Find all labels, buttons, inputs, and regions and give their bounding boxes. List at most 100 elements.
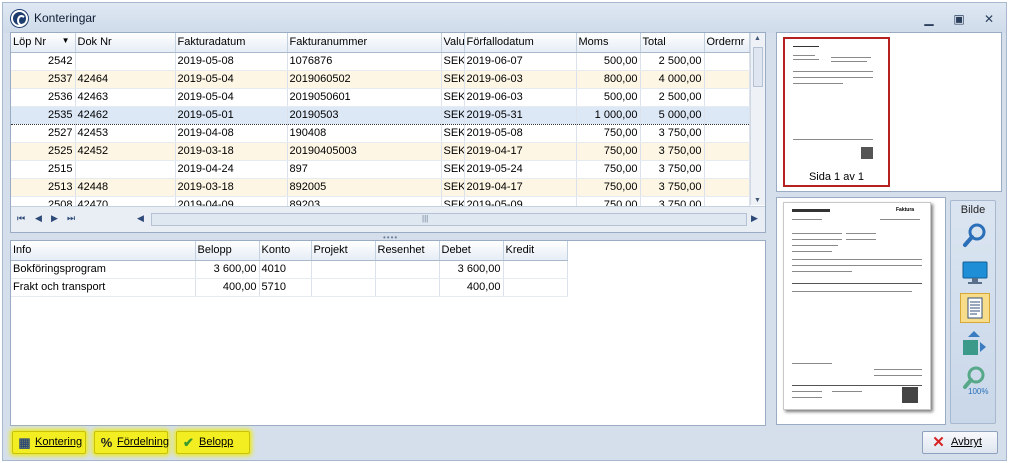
sort-down-icon[interactable]: ▼ (62, 36, 70, 45)
cell-dok[interactable] (75, 160, 176, 179)
cell-resenhet[interactable] (375, 278, 440, 297)
cell-dok[interactable]: 42463 (75, 88, 176, 107)
cell-fdatum[interactable]: 2019-03-18 (175, 178, 288, 197)
cell-fnr[interactable]: 20190405003 (287, 142, 442, 161)
col-header-lopnr[interactable]: Löp Nr ▼ (11, 33, 76, 53)
cell-info[interactable]: Bokföringsprogram (11, 260, 196, 279)
cell-forfall[interactable]: 2019-06-03 (464, 70, 577, 89)
document-icon[interactable] (960, 293, 990, 323)
cell-valu[interactable]: SEK (441, 178, 465, 197)
cell-resenhet[interactable] (375, 260, 440, 279)
cell-forfall[interactable]: 2019-05-08 (464, 124, 577, 143)
table-row[interactable]: 2513 42448 2019-03-18 892005 SEK 2019-04-17 75… (11, 178, 750, 197)
document-preview[interactable]: Faktura (776, 197, 946, 425)
col-header-doknr[interactable]: Dok Nr (75, 33, 176, 53)
cell-total[interactable]: 3 750,00 (640, 142, 705, 161)
cell-lop[interactable]: 2515 (11, 160, 76, 179)
cell-order[interactable] (704, 88, 750, 107)
cell-fdatum[interactable]: 2019-04-08 (175, 124, 288, 143)
cell-projekt[interactable] (311, 278, 376, 297)
cell-moms[interactable]: 750,00 (576, 124, 641, 143)
cell-order[interactable] (704, 124, 750, 143)
col-header-belopp[interactable]: Belopp (195, 241, 260, 261)
fit-page-icon[interactable] (960, 329, 990, 359)
cell-lop[interactable]: 2513 (11, 178, 76, 197)
cell-debet[interactable]: 3 600,00 (439, 260, 504, 279)
cell-debet[interactable]: 400,00 (439, 278, 504, 297)
cell-fnr[interactable]: 20190503 (287, 105, 442, 125)
col-header-konto[interactable]: Konto (259, 241, 312, 261)
table-row[interactable]: 2527 42453 2019-04-08 190408 SEK 2019-05-08 75… (11, 124, 750, 143)
col-header-debet[interactable]: Debet (439, 241, 504, 261)
grid-vertical-scrollbar[interactable]: ▲ ▼ (750, 33, 765, 205)
col-header-fakturanummer[interactable]: Fakturanummer (287, 33, 442, 53)
cell-moms[interactable]: 1 000,00 (576, 105, 641, 125)
cell-kredit[interactable] (503, 278, 568, 297)
scroll-left-icon[interactable]: ◀ (137, 213, 144, 224)
restore-icon[interactable]: ▣ (951, 12, 967, 26)
posting-row[interactable]: Bokföringsprogram 3 600,00 4010 3 600,00 (11, 260, 568, 279)
invoice-grid[interactable]: Löp Nr ▼ Dok Nr Fakturadatum Fakturanumme… (10, 32, 766, 233)
cell-forfall[interactable]: 2019-06-03 (464, 88, 577, 107)
col-header-ordernr[interactable]: Ordernr (704, 33, 750, 53)
col-header-projekt[interactable]: Projekt (311, 241, 376, 261)
prev-record-icon[interactable]: ◀ (35, 213, 42, 224)
table-row[interactable]: 2535 42462 2019-05-01 20190503 SEK 2019-05-31… (11, 105, 750, 125)
scroll-up-icon[interactable]: ▲ (754, 35, 761, 42)
cell-valu[interactable]: SEK (441, 160, 465, 179)
cell-valu[interactable]: SEK (441, 105, 465, 125)
col-header-info[interactable]: Info (11, 241, 196, 261)
cell-moms[interactable]: 800,00 (576, 70, 641, 89)
cell-total[interactable]: 2 500,00 (640, 88, 705, 107)
table-row[interactable]: 2515 2019-04-24 897 SEK 2019-05-24 750,00 3 75… (11, 160, 750, 179)
cell-fdatum[interactable]: 2019-05-08 (175, 52, 288, 71)
cell-order[interactable] (704, 105, 750, 125)
last-record-icon[interactable]: ⏭ (67, 213, 75, 224)
kontering-button[interactable]: ▦ Kontering (12, 431, 86, 454)
cell-moms[interactable]: 500,00 (576, 88, 641, 107)
cell-valu[interactable]: SEK (441, 124, 465, 143)
cell-dok[interactable]: 42452 (75, 142, 176, 161)
cell-valu[interactable]: SEK (441, 70, 465, 89)
cell-moms[interactable]: 750,00 (576, 142, 641, 161)
cell-moms[interactable]: 750,00 (576, 160, 641, 179)
cell-order[interactable] (704, 142, 750, 161)
cell-forfall[interactable]: 2019-04-17 (464, 178, 577, 197)
cell-total[interactable]: 4 000,00 (640, 70, 705, 89)
cell-moms[interactable]: 500,00 (576, 52, 641, 71)
cell-info[interactable]: Frakt och transport (11, 278, 196, 297)
cell-lop[interactable]: 2536 (11, 88, 76, 107)
cell-valu[interactable]: SEK (441, 88, 465, 107)
minimize-icon[interactable]: ▁ (921, 12, 937, 26)
close-icon[interactable]: ✕ (981, 12, 997, 26)
cell-lop[interactable]: 2525 (11, 142, 76, 161)
cell-fnr[interactable]: 190408 (287, 124, 442, 143)
zoom-100-icon[interactable]: 100% (960, 365, 990, 401)
first-record-icon[interactable]: ⏮ (17, 213, 25, 224)
cell-fdatum[interactable]: 2019-05-04 (175, 88, 288, 107)
avbryt-button[interactable]: ✕ Avbryt (922, 431, 998, 454)
cell-forfall[interactable]: 2019-06-07 (464, 52, 577, 71)
cell-konto[interactable]: 4010 (259, 260, 312, 279)
cell-total[interactable]: 3 750,00 (640, 124, 705, 143)
belopp-button[interactable]: ✔ Belopp (176, 431, 250, 454)
cell-fdatum[interactable]: 2019-03-18 (175, 142, 288, 161)
scrollbar-thumb[interactable] (753, 47, 763, 87)
cell-forfall[interactable]: 2019-04-17 (464, 142, 577, 161)
cell-dok[interactable] (75, 52, 176, 71)
cell-fnr[interactable]: 892005 (287, 178, 442, 197)
cell-projekt[interactable] (311, 260, 376, 279)
posting-row[interactable]: Frakt och transport 400,00 5710 400,00 (11, 278, 568, 297)
cell-forfall[interactable]: 2019-05-31 (464, 105, 577, 125)
cell-total[interactable]: 3 750,00 (640, 160, 705, 179)
cell-total[interactable]: 5 000,00 (640, 105, 705, 125)
cell-order[interactable] (704, 160, 750, 179)
cell-lop[interactable]: 2527 (11, 124, 76, 143)
cell-order[interactable] (704, 70, 750, 89)
table-row[interactable]: 2537 42464 2019-05-04 2019060502 SEK 2019-06-… (11, 70, 750, 89)
cell-fnr[interactable]: 897 (287, 160, 442, 179)
cell-order[interactable] (704, 52, 750, 71)
cell-total[interactable]: 3 750,00 (640, 178, 705, 197)
cell-order[interactable] (704, 178, 750, 197)
col-header-resenhet[interactable]: Resenhet (375, 241, 440, 261)
